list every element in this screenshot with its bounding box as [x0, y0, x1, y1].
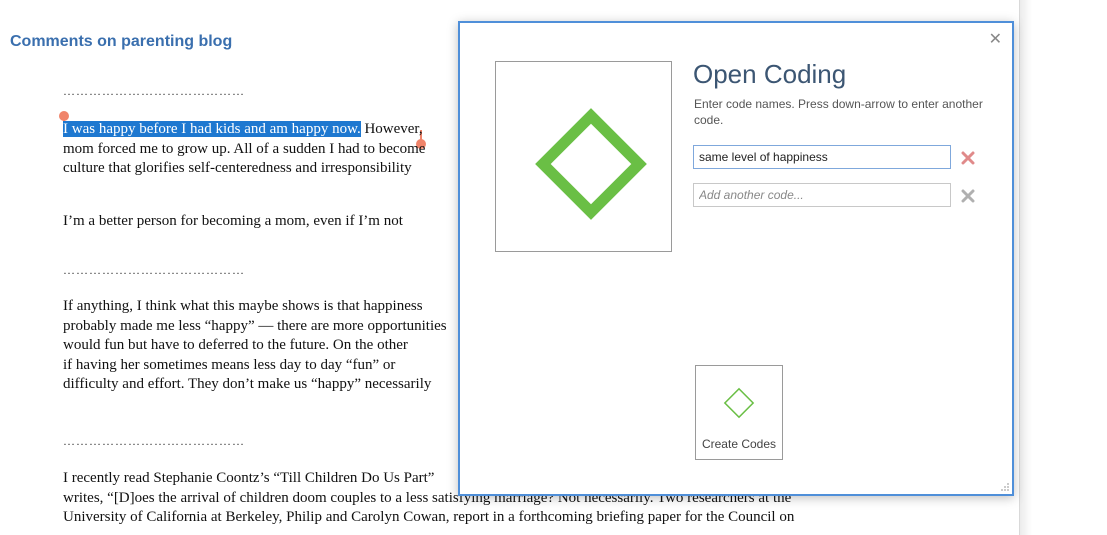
- dialog-instructions: Enter code names. Press down-arrow to en…: [694, 97, 983, 127]
- code-preview-panel: [495, 61, 672, 252]
- separator: ……………………………………: [63, 263, 245, 277]
- close-icon[interactable]: ✕: [989, 32, 1002, 48]
- create-codes-button[interactable]: Create Codes: [695, 365, 783, 460]
- separator: ……………………………………: [63, 84, 245, 98]
- code-input-2[interactable]: [693, 183, 951, 207]
- page-shadow: [1020, 0, 1032, 535]
- selected-text[interactable]: I was happy before I had kids and am hap…: [63, 121, 361, 137]
- create-codes-label: Create Codes: [701, 437, 777, 451]
- paragraph-line: University of California at Berkeley, Ph…: [63, 509, 795, 525]
- diamond-icon: [723, 387, 755, 419]
- code-input-1[interactable]: [693, 145, 951, 169]
- document-heading: Comments on parenting blog: [10, 33, 233, 50]
- separator: ……………………………………: [63, 434, 245, 448]
- diamond-icon: [535, 108, 647, 220]
- delete-code-1-icon[interactable]: [961, 151, 975, 165]
- open-coding-dialog: ✕ Open Coding Enter code names. Press do…: [458, 21, 1014, 496]
- dialog-title: Open Coding: [693, 59, 847, 89]
- resize-grip-icon[interactable]: [1000, 482, 1010, 492]
- line-text: However,: [360, 121, 423, 137]
- delete-code-2-icon[interactable]: [961, 189, 975, 203]
